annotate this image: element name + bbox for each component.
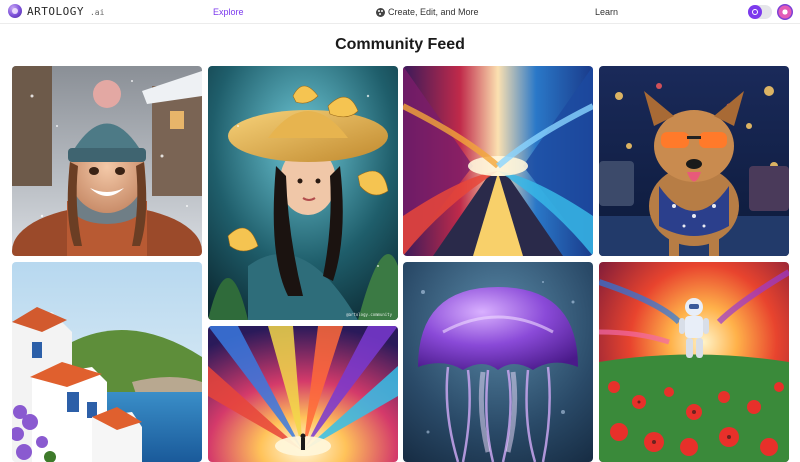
- feed-card-butterfly-hat[interactable]: @artology.community: [208, 66, 398, 320]
- feed-image-dog-sunglasses: [599, 66, 789, 256]
- palette-icon: [376, 7, 385, 17]
- brand-name: ARTOLOGY: [27, 4, 84, 18]
- feed-image-girl-beanie: [12, 66, 202, 256]
- feed-image-light-road: [403, 66, 593, 256]
- toggle-knob: [748, 5, 762, 19]
- feed-image-light-burst: [208, 326, 398, 462]
- artology-logo-icon: [8, 4, 22, 18]
- feed-card-coastal-village[interactable]: [12, 262, 202, 462]
- top-navbar: ARTOLOGY .ai Explore Create, Edit, and Mo…: [0, 0, 800, 24]
- page-title: Community Feed: [335, 36, 465, 53]
- brand-link[interactable]: ARTOLOGY .ai: [8, 4, 104, 18]
- nav-create-link[interactable]: Create, Edit, and More: [376, 7, 479, 17]
- nav-explore-link[interactable]: Explore: [213, 7, 244, 17]
- feed-image-jellyfish: [403, 262, 593, 462]
- feed-image-astronaut-poppies: [599, 262, 789, 462]
- feed-card-girl-beanie[interactable]: [12, 66, 202, 256]
- feed-card-dog-sunglasses[interactable]: [599, 66, 789, 256]
- feed-image-coastal-village: [12, 262, 202, 462]
- card-watermark: @artology.community: [346, 312, 392, 317]
- nav-create-label: Create, Edit, and More: [388, 7, 479, 17]
- feed-card-jellyfish[interactable]: [403, 262, 593, 462]
- feed-card-light-burst[interactable]: [208, 326, 398, 462]
- feed-image-butterfly-hat: [208, 66, 398, 320]
- theme-toggle[interactable]: [748, 5, 772, 19]
- feed-card-light-road[interactable]: [403, 66, 593, 256]
- user-avatar[interactable]: [777, 4, 793, 20]
- brand-suffix: .ai: [89, 7, 105, 17]
- feed-card-astronaut-poppies[interactable]: [599, 262, 789, 462]
- nav-learn-link[interactable]: Learn: [595, 7, 618, 17]
